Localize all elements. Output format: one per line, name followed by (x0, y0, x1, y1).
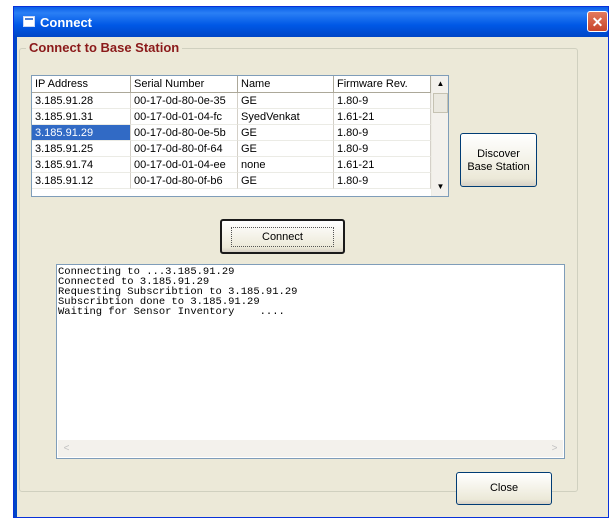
close-button[interactable]: Close (456, 472, 552, 505)
cell-ip-address: 3.185.91.25 (32, 141, 131, 157)
cell-ip-address: 3.185.91.31 (32, 109, 131, 125)
cell-name: GE (238, 141, 334, 157)
base-station-list[interactable]: IP Address Serial Number Name Firmware R… (31, 75, 449, 197)
cell-serial-number: 00-17-0d-80-0e-35 (131, 93, 238, 109)
discover-label-line2: Base Station (467, 161, 530, 173)
connect-button-label: Connect (231, 227, 334, 247)
window-border (14, 37, 17, 517)
cell-serial-number: 00-17-0d-01-04-fc (131, 109, 238, 125)
cell-name: SyedVenkat (238, 109, 334, 125)
column-name[interactable]: Name (238, 76, 334, 93)
window-close-button[interactable]: ✕ (587, 11, 608, 32)
cell-firmware-rev: 1.80-9 (334, 141, 431, 157)
cell-ip-address: 3.185.91.28 (32, 93, 131, 109)
group-title: Connect to Base Station (26, 40, 183, 55)
log-text: Connecting to ...3.185.91.29 Connected to… (58, 267, 297, 318)
cell-serial-number: 00-17-0d-80-0f-64 (131, 141, 238, 157)
cell-firmware-rev: 1.61-21 (334, 157, 431, 173)
cell-firmware-rev: 1.80-9 (334, 93, 431, 109)
cell-serial-number: 00-17-0d-01-04-ee (131, 157, 238, 173)
cell-serial-number: 00-17-0d-80-0e-5b (131, 125, 238, 141)
column-ip-address[interactable]: IP Address (32, 76, 131, 93)
list-vertical-scrollbar[interactable]: ▲ ▼ (431, 76, 448, 196)
cell-firmware-rev: 1.80-9 (334, 125, 431, 141)
title-bar[interactable]: Connect ✕ (14, 7, 608, 37)
scroll-up-icon[interactable]: ▲ (433, 76, 448, 92)
table-row[interactable]: 3.185.91.31 00-17-0d-01-04-fc SyedVenkat 1.… (32, 109, 431, 125)
cell-ip-address: 3.185.91.74 (32, 157, 131, 173)
table-row[interactable]: 3.185.91.29 00-17-0d-80-0e-5b GE 1.80-9 (32, 125, 431, 141)
column-serial-number[interactable]: Serial Number (131, 76, 238, 93)
cell-name: GE (238, 173, 334, 189)
list-header: IP Address Serial Number Name Firmware R… (32, 76, 431, 93)
cell-firmware-rev: 1.61-21 (334, 109, 431, 125)
discover-label-line1: Discover (477, 148, 520, 160)
cell-name: GE (238, 125, 334, 141)
cell-name: none (238, 157, 334, 173)
discover-base-station-button[interactable]: Discover Base Station (460, 133, 537, 187)
scroll-right-icon[interactable]: > (546, 441, 563, 456)
cell-name: GE (238, 93, 334, 109)
window-title: Connect (40, 15, 92, 30)
window-icon (23, 16, 35, 27)
cell-ip-address: 3.185.91.12 (32, 173, 131, 189)
log-line: Waiting for Sensor Inventory .... (58, 306, 285, 318)
column-firmware-rev[interactable]: Firmware Rev. (334, 76, 431, 93)
table-row[interactable]: 3.185.91.12 00-17-0d-80-0f-b6 GE 1.80-9 (32, 173, 431, 189)
cell-firmware-rev: 1.80-9 (334, 173, 431, 189)
scroll-thumb[interactable] (433, 93, 448, 113)
connect-button[interactable]: Connect (220, 219, 345, 254)
scroll-down-icon[interactable]: ▼ (433, 179, 448, 195)
log-horizontal-scrollbar[interactable]: < > (58, 440, 563, 457)
cell-ip-address: 3.185.91.29 (32, 125, 131, 141)
table-row[interactable]: 3.185.91.74 00-17-0d-01-04-ee none 1.61-21 (32, 157, 431, 173)
cell-serial-number: 00-17-0d-80-0f-b6 (131, 173, 238, 189)
connection-log[interactable]: Connecting to ...3.185.91.29 Connected to… (56, 264, 565, 459)
table-row[interactable]: 3.185.91.28 00-17-0d-80-0e-35 GE 1.80-9 (32, 93, 431, 109)
table-row[interactable]: 3.185.91.25 00-17-0d-80-0f-64 GE 1.80-9 (32, 141, 431, 157)
scroll-left-icon[interactable]: < (58, 441, 75, 456)
